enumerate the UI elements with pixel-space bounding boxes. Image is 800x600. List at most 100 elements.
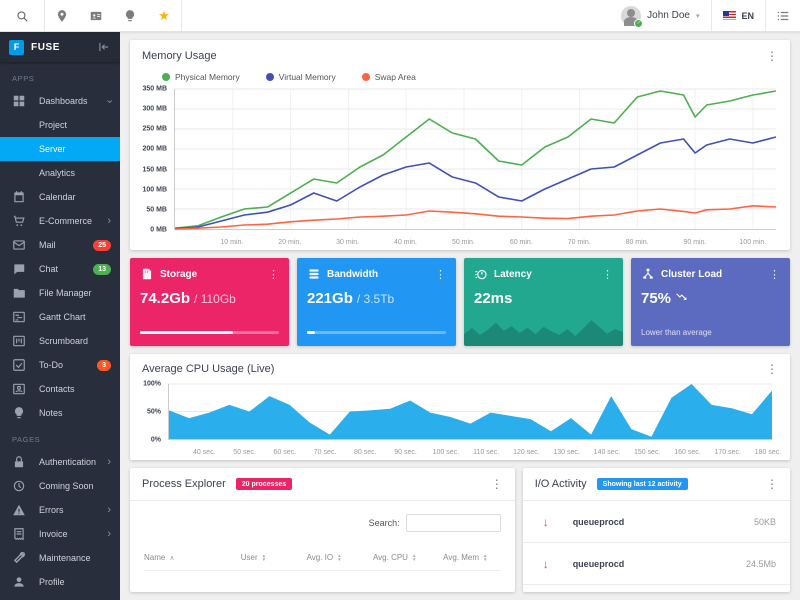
y-tick-label: 50 MB: [146, 206, 167, 214]
io-process-name: queueprocd: [572, 516, 625, 527]
column-header-avg-cpu[interactable]: Avg. CPU ▲ ▼: [359, 553, 430, 562]
sidebar-item-label: Scrumboard: [39, 336, 89, 346]
sidebar-item-label: Server: [39, 144, 66, 154]
sidebar-item-label: Invoice: [39, 529, 68, 539]
sidebar-item-label: Chat: [39, 264, 59, 274]
column-label: Name: [144, 553, 166, 562]
process-search-input[interactable]: [405, 514, 501, 532]
sidebar-item-calendar[interactable]: Calendar: [0, 185, 120, 209]
sidebar-collapse-button[interactable]: [97, 40, 111, 54]
kebab-menu-icon[interactable]: ⋮: [766, 363, 778, 375]
sidebar-item-notes[interactable]: Notes: [0, 401, 120, 425]
quick-panel-button[interactable]: [766, 0, 800, 31]
x-tick-label: 40 sec.: [192, 449, 216, 456]
language-menu[interactable]: EN: [712, 0, 765, 31]
sidebar-item-search[interactable]: Search: [0, 594, 120, 600]
sidebar-item-label: Profile: [39, 577, 65, 587]
stat-title: Cluster Load: [661, 268, 723, 280]
search-button[interactable]: [0, 0, 44, 31]
x-tick-label: 120 sec.: [513, 449, 540, 456]
sidebar-item-coming-soon[interactable]: Coming Soon: [0, 474, 120, 498]
io-activity-card: I/O Activity Showing last 12 activity ⋮ …: [522, 468, 790, 592]
column-header-avg-mem[interactable]: Avg. Mem ▲ ▼: [430, 553, 501, 562]
folder-icon: [12, 286, 26, 300]
cluster-load-value: 75%: [641, 290, 672, 307]
top-toolbar: ★ ✓ John Doe ▾ EN: [0, 0, 800, 32]
x-tick-label: 20 min.: [278, 239, 302, 246]
brand-header: F FUSE: [0, 32, 120, 62]
sidebar-item-server[interactable]: Server: [0, 137, 120, 161]
column-header-avg-io[interactable]: Avg. IO ▲ ▼: [289, 553, 360, 562]
kebab-menu-icon[interactable]: ⋮: [435, 268, 446, 281]
sidebar-item-dashboards[interactable]: Dashboards ›: [0, 89, 120, 113]
legend-label: Physical Memory: [175, 72, 240, 82]
legend-label: Swap Area: [374, 72, 416, 82]
sidebar-item-chat[interactable]: Chat 13: [0, 257, 120, 281]
sidebar-item-contacts[interactable]: Contacts: [0, 377, 120, 401]
legend-item-swap-area[interactable]: Swap Area: [361, 72, 416, 82]
x-tick-label: 40 min.: [394, 239, 418, 246]
favorites-button[interactable]: ★: [147, 0, 181, 31]
x-tick-label: 150 sec.: [633, 449, 661, 456]
legend-item-physical-memory[interactable]: Physical Memory: [162, 72, 240, 82]
sidebar-item-file-manager[interactable]: File Manager: [0, 281, 120, 305]
timer-icon: [474, 267, 488, 281]
location-button[interactable]: [45, 0, 79, 31]
column-label: Avg. Mem: [443, 553, 480, 562]
sidebar-item-scrumboard[interactable]: Scrumboard: [0, 329, 120, 353]
clock-icon: [12, 479, 26, 493]
sidebar-item-errors[interactable]: Errors ›: [0, 498, 120, 522]
sidebar-item-invoice[interactable]: Invoice ›: [0, 522, 120, 546]
cpu-usage-chart: [169, 384, 772, 439]
x-tick-label: 70 sec.: [313, 449, 337, 456]
kebab-menu-icon[interactable]: ⋮: [491, 478, 503, 490]
column-header-name[interactable]: Name ∧: [144, 553, 218, 562]
ideas-button[interactable]: [113, 0, 147, 31]
y-tick-label: 250 MB: [142, 125, 167, 133]
cluster-hub-icon: [641, 267, 655, 281]
kebab-menu-icon[interactable]: ⋮: [766, 478, 778, 490]
sidebar-item-label: Calendar: [39, 192, 76, 202]
calendar-icon: [12, 190, 26, 204]
sidebar-item-authentication[interactable]: Authentication ›: [0, 450, 120, 474]
storage-progress-bar: [140, 331, 279, 334]
y-tick-label: 150 MB: [142, 166, 167, 174]
sidebar-item-gantt-chart[interactable]: Gantt Chart: [0, 305, 120, 329]
legend-item-virtual-memory[interactable]: Virtual Memory: [265, 72, 336, 82]
x-tick-label: 90 sec.: [394, 449, 417, 456]
sidebar-item-label: Contacts: [39, 384, 75, 394]
sidebar-item-e-commerce[interactable]: E-Commerce ›: [0, 209, 120, 233]
sort-icon: ▲ ▼: [261, 552, 267, 562]
column-header-user[interactable]: User ▲ ▼: [218, 553, 289, 562]
board-icon: [12, 334, 26, 348]
sidebar-item-project[interactable]: Project: [0, 113, 120, 137]
sidebar-item-analytics[interactable]: Analytics: [0, 161, 120, 185]
toolbar-right: ✓ John Doe ▾ EN: [609, 0, 800, 31]
process-count-badge: 20 processes: [235, 478, 293, 490]
kebab-menu-icon[interactable]: ⋮: [769, 268, 780, 281]
x-tick-label: 80 sec.: [354, 449, 377, 456]
process-explorer-card: Process Explorer 20 processes ⋮ Search: …: [130, 468, 515, 592]
contacts-card-button[interactable]: [79, 0, 113, 31]
receipt-icon: [12, 527, 26, 541]
io-activity-row: ↓ queueprocd 50KB: [522, 501, 790, 543]
kebab-menu-icon[interactable]: ⋮: [268, 268, 279, 281]
bandwidth-total: / 3.5Tb: [356, 292, 395, 306]
language-label: EN: [741, 10, 754, 21]
sidebar-item-to-do[interactable]: To-Do 3: [0, 353, 120, 377]
quick-panel-icon: [776, 9, 790, 23]
wrench-icon: [12, 551, 26, 565]
x-axis-labels: 10 min. 20 min. 30 min. 40 min. 50 min. 60 mi…: [174, 235, 776, 246]
sidebar-item-mail[interactable]: Mail 25: [0, 233, 120, 257]
stat-title: Latency: [494, 268, 532, 280]
sidebar-item-maintenance[interactable]: Maintenance: [0, 546, 120, 570]
kebab-menu-icon[interactable]: ⋮: [602, 268, 613, 281]
lock-icon: [12, 455, 26, 469]
user-menu[interactable]: ✓ John Doe ▾: [609, 0, 711, 31]
sidebar-item-label: Maintenance: [39, 553, 91, 563]
kebab-menu-icon[interactable]: ⋮: [766, 50, 778, 62]
storage-value: 74.2Gb: [140, 290, 191, 307]
legend-dot: [265, 73, 274, 81]
sidebar-item-profile[interactable]: Profile: [0, 570, 120, 594]
trending-down-icon: [675, 290, 688, 303]
